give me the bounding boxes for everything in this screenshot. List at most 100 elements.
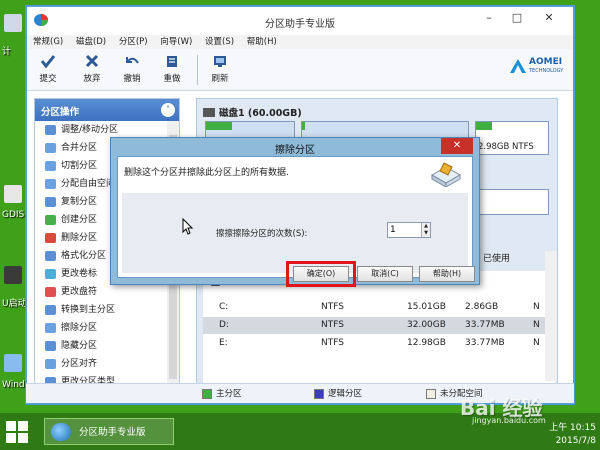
- mouse-cursor-icon: [182, 218, 194, 235]
- merge-icon: [45, 143, 56, 153]
- panel-header: 分区操作 ˄: [35, 99, 179, 121]
- menu-settings[interactable]: 设置(S): [205, 37, 234, 47]
- row-fs: NTFS: [321, 338, 344, 348]
- clock-time: 上午 10:15: [549, 423, 596, 433]
- menu-disk[interactable]: 磁盘(D): [76, 37, 106, 47]
- op-align[interactable]: 分区对齐: [35, 355, 179, 373]
- maximize-button[interactable]: □: [505, 9, 529, 27]
- submit-button[interactable]: 提交: [33, 51, 63, 84]
- row-flag: N: [533, 338, 540, 348]
- row-capacity: 32.00GB: [407, 320, 446, 330]
- wipe-times-spinner[interactable]: ▲ ▼: [387, 222, 431, 238]
- dialog-close-button[interactable]: ✕: [441, 138, 473, 154]
- menu-help[interactable]: 帮助(H): [247, 37, 277, 47]
- allocate-icon: [45, 179, 56, 189]
- checkmark-icon: [40, 55, 56, 69]
- desktop-icon-3[interactable]: [4, 266, 22, 284]
- op-change-letter[interactable]: 更改盘符: [35, 283, 179, 301]
- wipe-times-label: 擦擦擦除分区的次数(S):: [216, 229, 308, 239]
- dialog-body: 删除这个分区并擦除此分区上的所有数据. 擦擦擦除分区的次数(S): ▲ ▼ 确定…: [117, 156, 475, 287]
- op-label: 更改卷标: [61, 269, 98, 279]
- partition-e-info: 2.98GB NTFS: [478, 142, 534, 152]
- op-label: 合并分区: [61, 143, 98, 153]
- logical-swatch-icon: [314, 389, 324, 399]
- title-bar[interactable]: 分区助手专业版 – □ ✕: [27, 7, 573, 35]
- desktop-icon-3-label: U启动: [2, 299, 27, 309]
- copy-icon: [45, 197, 56, 207]
- logo-name: AOMEI: [529, 57, 563, 67]
- primary-swatch-icon: [202, 389, 212, 399]
- row-capacity: 15.01GB: [407, 302, 446, 312]
- hide-icon: [45, 341, 56, 351]
- unallocated-swatch-icon: [426, 389, 436, 399]
- refresh-label: 刷新: [211, 74, 229, 84]
- ok-highlight-box: [286, 261, 356, 287]
- taskbar-app-button[interactable]: 分区助手专业版: [44, 418, 174, 445]
- wipe-partition-dialog: 擦除分区 ✕ 删除这个分区并擦除此分区上的所有数据. 擦擦擦除分区的次数(S):…: [110, 137, 480, 287]
- undo-label: 撤销: [123, 74, 141, 84]
- legend-logical: 逻辑分区: [314, 388, 362, 400]
- panel-title: 分区操作: [41, 107, 80, 118]
- aomei-logo: AOMEI TECHNOLOGY: [509, 55, 567, 85]
- dialog-message: 删除这个分区并擦除此分区上的所有数据.: [124, 168, 289, 178]
- wipe-eraser-icon: [430, 162, 462, 187]
- op-label: 切割分区: [61, 161, 98, 171]
- table-row[interactable]: C: NTFS 15.01GB 2.86GB N: [203, 299, 555, 316]
- windows-start-icon[interactable]: [6, 421, 28, 443]
- partition-bar-extra[interactable]: [477, 189, 549, 215]
- op-convert-primary[interactable]: 转换到主分区: [35, 301, 179, 319]
- discard-button[interactable]: 放弃: [77, 51, 107, 84]
- desktop-icon-4[interactable]: [4, 354, 22, 372]
- op-label: 格式化分区: [61, 251, 107, 261]
- system-clock[interactable]: 上午 10:15 2015/7/8: [549, 422, 596, 448]
- desktop-icon-1[interactable]: [4, 14, 22, 32]
- op-label: 更改盘符: [61, 287, 98, 297]
- refresh-button[interactable]: 刷新: [205, 51, 235, 84]
- op-hide[interactable]: 隐藏分区: [35, 337, 179, 355]
- format-icon: [45, 251, 56, 261]
- spin-up-icon[interactable]: ▲: [421, 223, 430, 230]
- op-wipe[interactable]: 擦除分区: [35, 319, 179, 337]
- redo-icon: [167, 56, 177, 67]
- disk-icon: [203, 108, 215, 117]
- label-icon: [45, 269, 56, 279]
- table-row[interactable]: E: NTFS 12.98GB 33.77MB N: [203, 335, 555, 352]
- undo-button[interactable]: 撤销: [117, 51, 147, 84]
- dialog-title-bar[interactable]: 擦除分区 ✕: [111, 138, 479, 156]
- redo-button[interactable]: 重做: [157, 51, 187, 84]
- partition-bar-e[interactable]: 2.98GB NTFS: [475, 121, 549, 155]
- row-fs: NTFS: [321, 320, 344, 330]
- toolbar: 提交 放弃 撤销 重做 刷新 AOMEI TECHNOLOGY: [27, 49, 573, 91]
- desktop-icon-2[interactable]: [4, 185, 22, 203]
- table-row-selected[interactable]: D: NTFS 32.00GB 33.77MB N: [203, 317, 555, 334]
- row-drive: C:: [219, 302, 229, 312]
- wipe-times-input[interactable]: [390, 224, 420, 236]
- used-header: 已使用: [483, 254, 511, 264]
- row-used: 33.77MB: [465, 338, 505, 348]
- desktop-icon-2-label: GDIS: [2, 210, 25, 220]
- taskbar-app-label: 分区助手专业版: [79, 427, 146, 438]
- op-label: 复制分区: [61, 197, 98, 207]
- collapse-icon[interactable]: ˄: [161, 103, 175, 117]
- toolbar-separator: [197, 55, 198, 85]
- row-flag: N: [533, 320, 540, 330]
- menu-bar: 常规(G) 磁盘(D) 分区(P) 向导(W) 设置(S) 帮助(H): [27, 35, 573, 49]
- help-button[interactable]: 帮助(H): [419, 266, 475, 282]
- wipe-icon: [45, 323, 56, 333]
- redo-label: 重做: [163, 74, 181, 84]
- op-label: 分配自由空间: [61, 179, 116, 189]
- legend-label: 逻辑分区: [328, 389, 363, 399]
- menu-wizard[interactable]: 向导(W): [160, 37, 192, 47]
- baidu-watermark-url: jingyan.baidu.com: [472, 416, 546, 425]
- op-label: 转换到主分区: [61, 305, 116, 315]
- minimize-button[interactable]: –: [477, 9, 501, 27]
- menu-general[interactable]: 常规(G): [33, 37, 63, 47]
- row-drive: E:: [219, 338, 228, 348]
- close-button[interactable]: ✕: [537, 9, 561, 27]
- spin-down-icon[interactable]: ▼: [421, 230, 430, 237]
- menu-partition[interactable]: 分区(P): [119, 37, 148, 47]
- resize-icon: [45, 125, 56, 135]
- cancel-button[interactable]: 取消(C): [357, 266, 413, 282]
- disk-table-scrollbar[interactable]: [545, 251, 557, 381]
- op-label: 隐藏分区: [61, 341, 98, 351]
